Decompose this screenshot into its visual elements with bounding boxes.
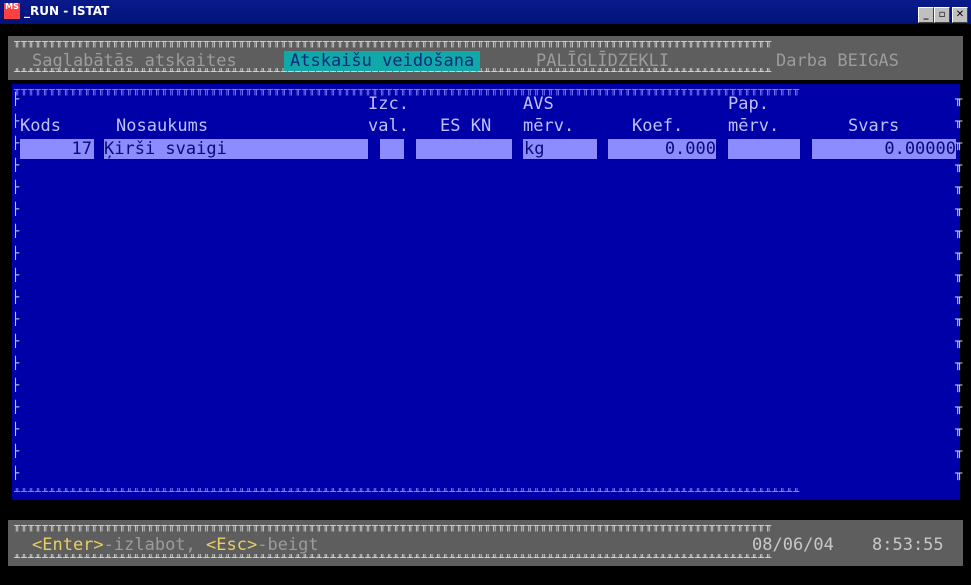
- enter-action-text: -izlabot,: [103, 535, 207, 555]
- header-nosaukums: Nosaukums: [116, 116, 209, 136]
- enter-key-hint: <Enter>: [32, 535, 104, 555]
- close-button[interactable]: ✕: [952, 7, 968, 23]
- cell-svars[interactable]: 0.00000: [812, 139, 956, 159]
- menu-border-top: ╥╥╥╥╥╥╥╥╥╥╥╥╥╥╥╥╥╥╥╥╥╥╥╥╥╥╥╥╥╥╥╥╥╥╥╥╥╥╥╥…: [14, 38, 773, 48]
- status-border-bottom: ╨╨╨╨╨╨╨╨╨╨╨╨╨╨╨╨╨╨╨╨╨╨╨╨╨╨╨╨╨╨╨╨╨╨╨╨╨╨╨╨…: [14, 554, 773, 564]
- console-area: ╥╥╥╥╥╥╥╥╥╥╥╥╥╥╥╥╥╥╥╥╥╥╥╥╥╥╥╥╥╥╥╥╥╥╥╥╥╥╥╥…: [0, 24, 971, 585]
- menu-item-exit[interactable]: Darba BEIGAS: [776, 51, 899, 71]
- minimize-button[interactable]: _: [918, 7, 934, 23]
- left-border-ticks: ├ ├ ├ ├ ├ ├ ├ ├ ├ ├ ├ ├ ├ ├ ├ ├ ├ ├: [12, 92, 20, 480]
- header-avs-bottom: mērv.: [523, 116, 575, 136]
- table-border-top: ╥╥╥╥╥╥╥╥╥╥╥╥╥╥╥╥╥╥╥╥╥╥╥╥╥╥╥╥╥╥╥╥╥╥╥╥╥╥╥╥…: [14, 86, 801, 96]
- header-kods: Kods: [20, 116, 61, 136]
- window-title: _RUN - ISTAT: [24, 4, 110, 18]
- cell-nosaukums[interactable]: Ķirši svaigi: [104, 139, 368, 159]
- window-titlebar: MS _RUN - ISTAT _ ▫ ✕: [0, 0, 971, 24]
- header-svars: Svars: [848, 116, 900, 136]
- esc-action-text: -beigt: [257, 535, 319, 555]
- cell-koef[interactable]: 0.000: [608, 139, 716, 159]
- header-es-kn: ES KN: [440, 116, 492, 136]
- right-border-ticks: ╥ ╥ ╥ ╥ ╥ ╥ ╥ ╥ ╥ ╥ ╥ ╥ ╥ ╥ ╥ ╥ ╥ ╥: [955, 92, 963, 480]
- cell-izc-val[interactable]: [380, 139, 404, 159]
- status-hints: <Enter>-izlabot, <Esc>-beigt: [32, 535, 319, 555]
- menu-item-saved-reports[interactable]: Saglabātās atskaites: [32, 51, 237, 71]
- cell-es-kn[interactable]: [416, 139, 512, 159]
- restore-button[interactable]: ▫: [934, 7, 950, 23]
- header-avs-top: AVS: [523, 94, 554, 114]
- header-pap-bottom: mērv.: [728, 116, 780, 136]
- cell-kods[interactable]: 17: [20, 139, 94, 159]
- status-date: 08/06/04: [752, 535, 834, 555]
- esc-key-hint: <Esc>: [206, 535, 258, 555]
- app-icon[interactable]: MS: [4, 3, 20, 19]
- status-time: 8:53:55: [872, 535, 944, 555]
- header-koef: Koef.: [632, 116, 684, 136]
- status-border-top: ╥╥╥╥╥╥╥╥╥╥╥╥╥╥╥╥╥╥╥╥╥╥╥╥╥╥╥╥╥╥╥╥╥╥╥╥╥╥╥╥…: [14, 522, 773, 532]
- table-border-bottom: ╨╨╨╨╨╨╨╨╨╨╨╨╨╨╨╨╨╨╨╨╨╨╨╨╨╨╨╨╨╨╨╨╨╨╨╨╨╨╨╨…: [14, 488, 801, 498]
- menu-item-create-reports[interactable]: Atskaišu veidošana: [284, 51, 481, 71]
- header-pap-top: Pap.: [728, 94, 769, 114]
- header-izc-bottom: val.: [368, 116, 409, 136]
- cell-avs-merv[interactable]: kg: [523, 139, 597, 159]
- cell-pap-merv[interactable]: [728, 139, 800, 159]
- menu-item-tools[interactable]: PALĪGLĪDZEKĻI: [536, 51, 669, 71]
- header-izc-top: Izc.: [368, 94, 409, 114]
